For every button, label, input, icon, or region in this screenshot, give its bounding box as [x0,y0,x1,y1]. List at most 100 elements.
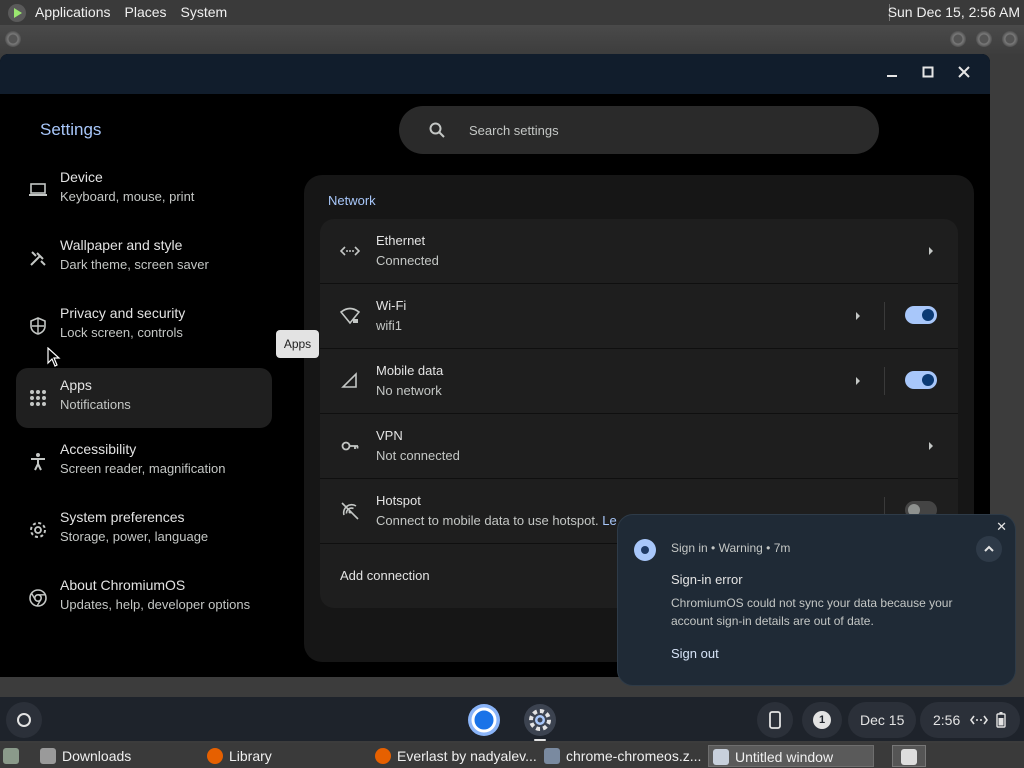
sidebar-item-label: About ChromiumOS [60,577,186,593]
chromium-browser-icon[interactable] [465,701,503,739]
firefox-icon [207,748,223,764]
network-row-label: Ethernet [376,233,426,248]
bottom-taskbar: Downloads Library Everlast by nadyalev..… [0,743,1024,768]
notification-body: ChromiumOS could not sync your data beca… [671,596,953,628]
ethernet-status-icon [970,715,988,725]
network-section-title: Network [328,193,376,208]
phone-hub-button[interactable] [757,702,793,738]
network-row-vpn[interactable]: VPN Not connected [320,414,958,479]
sidebar-item-system-preferences[interactable]: System preferences Storage, power, langu… [16,500,272,560]
sidebar-item-about[interactable]: About ChromiumOS Updates, help, develope… [16,568,272,628]
search-placeholder: Search settings [469,123,559,138]
show-desktop-icon[interactable] [3,745,25,767]
folder-icon [40,748,56,764]
panel-clock[interactable]: Sun Dec 15, 2:56 AM [888,0,1020,25]
network-row-status: Connect to mobile data to use hotspot. L… [376,513,617,528]
chevron-right-icon[interactable] [926,440,936,452]
battery-icon [996,712,1006,728]
chromium-icon [28,588,48,608]
close-icon[interactable] [954,64,974,84]
sidebar-item-label: Device [60,169,103,185]
cellular-icon [340,371,360,391]
task-label: chrome-chromeos.z... [566,748,702,764]
apps-grid-icon [28,388,48,408]
window-icon [713,749,729,765]
sidebar-item-accessibility[interactable]: Accessibility Screen reader, magnificati… [16,432,272,492]
task-label: Untitled window [735,749,834,765]
notification-level: Warning [718,541,763,555]
mobile-data-toggle[interactable] [905,371,937,389]
sidebar-item-device[interactable]: Device Keyboard, mouse, print [16,160,272,220]
network-row-ethernet[interactable]: Ethernet Connected [320,219,958,284]
sidebar-item-sublabel: Lock screen, controls [60,325,183,340]
sidebar-item-label: System preferences [60,509,185,525]
settings-titlebar[interactable] [0,54,990,94]
network-row-status: No network [376,383,442,398]
launcher-button[interactable] [6,702,42,738]
paint-icon [28,248,48,268]
chevron-right-icon[interactable] [853,310,863,322]
task-library[interactable]: Library [207,745,367,767]
notification-age: 7m [773,541,791,555]
network-row-mobile-data[interactable]: Mobile data No network [320,349,958,414]
maximize-icon[interactable] [918,64,938,84]
search-input[interactable]: Search settings [399,106,879,154]
learn-more-link[interactable]: Le [602,513,616,528]
sidebar-item-wallpaper[interactable]: Wallpaper and style Dark theme, screen s… [16,228,272,288]
close-frame-icon[interactable] [1002,31,1018,47]
sidebar-item-sublabel: Updates, help, developer options [60,597,251,612]
chevron-right-icon[interactable] [853,375,863,387]
system-menu[interactable]: System [174,0,235,25]
sidebar-item-sublabel: Screen reader, magnification [60,461,226,476]
maximize-frame-icon[interactable] [976,31,992,47]
firefox-icon [375,748,391,764]
shelf: 1 Dec 15 2:56 [0,697,1024,741]
sign-out-button[interactable]: Sign out [671,646,719,661]
gnome-foot-icon[interactable] [8,3,26,22]
search-icon [429,122,445,141]
terminal-icon [544,748,560,764]
task-everlast[interactable]: Everlast by nadyalev... [375,745,537,767]
sidebar-item-apps[interactable]: Apps Notifications [16,368,272,428]
window-menu-icon[interactable] [5,31,21,47]
toggle-knob [922,374,934,386]
info-alert-icon [634,539,656,561]
accessibility-icon [28,452,48,472]
sidebar-item-sublabel: Keyboard, mouse, print [60,189,195,204]
outer-window-titlebar[interactable] [0,25,1024,54]
task-untitled-window[interactable]: Untitled window [708,745,874,767]
workspace-icon [901,749,917,765]
notification-popup[interactable]: ✕ Sign in • Warning • 7m Sign-in error C… [617,514,1016,686]
network-row-wifi[interactable]: Wi-Fi wifi1 [320,284,958,349]
notification-close-icon[interactable]: ✕ [996,519,1007,535]
hotspot-off-icon [340,501,360,521]
wifi-toggle[interactable] [905,306,937,324]
chevron-up-icon[interactable] [976,536,1002,562]
settings-app-icon[interactable] [521,701,559,739]
row-divider [884,367,885,395]
laptop-icon [28,180,48,200]
workspace-switcher[interactable] [892,745,926,767]
network-row-label: Hotspot [376,493,421,508]
ethernet-icon [339,241,361,261]
notification-counter[interactable]: 1 [802,702,842,738]
system-tray[interactable]: 2:56 [920,702,1020,738]
applications-menu[interactable]: Applications [28,0,118,25]
sidebar-item-label: Accessibility [60,441,137,457]
sidebar-item-sublabel: Storage, power, language [60,529,209,544]
active-app-indicator [534,739,546,741]
gear-icon [28,520,48,540]
places-menu[interactable]: Places [118,0,174,25]
task-label: Downloads [62,748,132,764]
wifi-lock-icon [339,306,361,326]
minimize-icon[interactable] [882,64,902,84]
notification-count-badge: 1 [813,711,831,729]
shield-icon [28,316,48,336]
minimize-frame-icon[interactable] [950,31,966,47]
date-tray[interactable]: Dec 15 [848,702,916,738]
task-downloads[interactable]: Downloads [40,745,200,767]
chevron-right-icon[interactable] [926,245,936,257]
network-row-status: wifi1 [376,318,403,333]
sidebar-item-label: Apps [60,377,92,393]
task-chrome-chromeos[interactable]: chrome-chromeos.z... [544,745,704,767]
